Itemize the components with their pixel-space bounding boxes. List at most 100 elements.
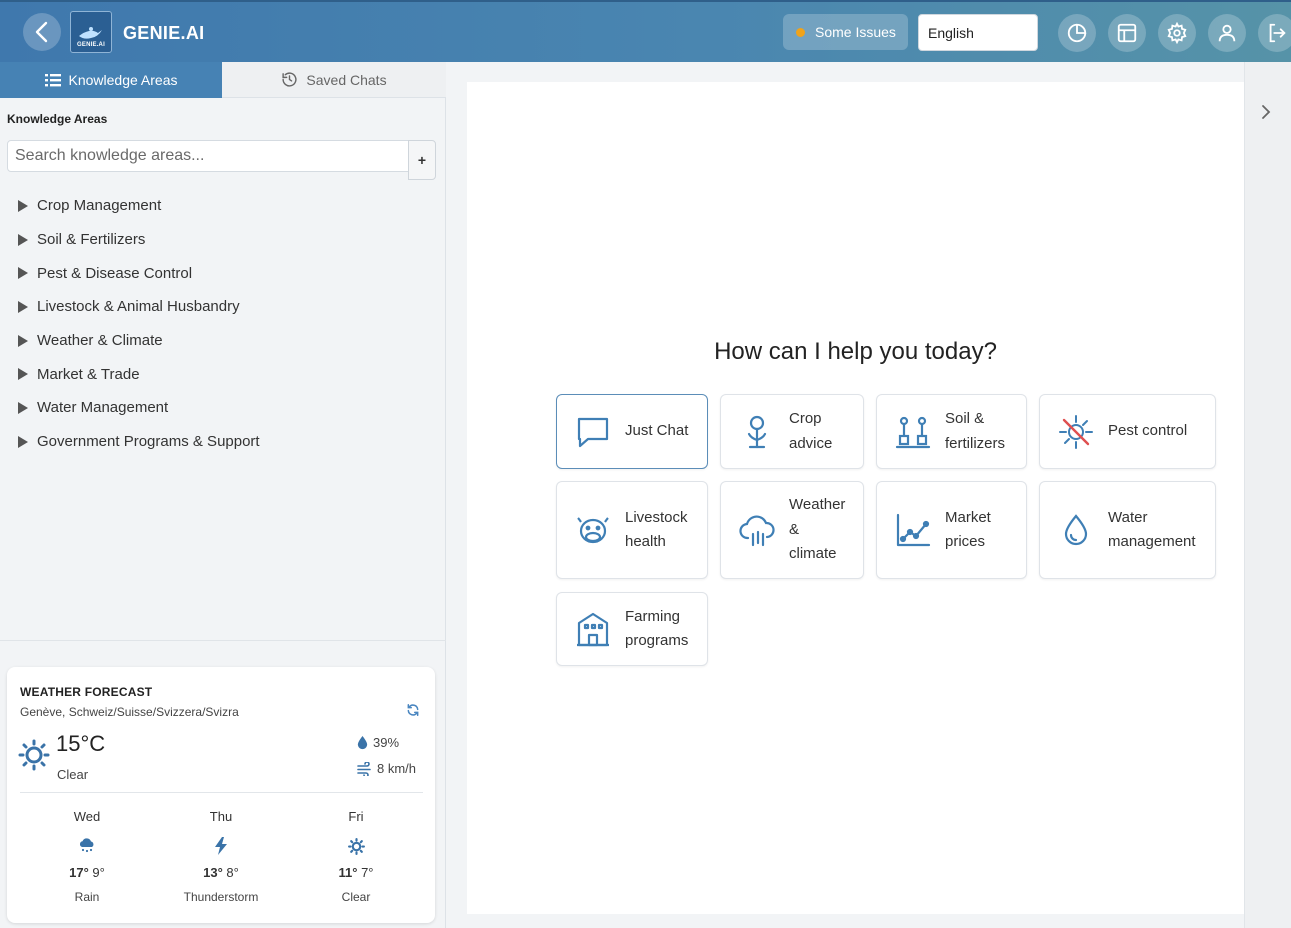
knowledge-area-item[interactable]: Weather & Climate	[18, 324, 260, 358]
expand-panel-button[interactable]	[1261, 104, 1271, 125]
current-weather-icon	[18, 739, 50, 776]
knowledge-area-label: Water Management	[37, 399, 169, 417]
knowledge-area-item[interactable]: Government Programs & Support	[18, 425, 260, 459]
add-knowledge-area-button[interactable]: +	[408, 140, 436, 180]
layout-button[interactable]	[1108, 14, 1146, 52]
sidebar-divider	[0, 640, 446, 641]
card-label: Water management	[1108, 508, 1196, 551]
user-icon	[1218, 24, 1236, 42]
logout-button[interactable]	[1258, 14, 1291, 52]
expand-arrow-icon	[18, 233, 28, 246]
card-label: Farming programs	[625, 607, 689, 650]
expand-arrow-icon	[18, 267, 28, 280]
thunderstorm-icon	[215, 837, 227, 855]
card-label: Weather & climate	[789, 496, 846, 563]
weather-refresh-button[interactable]	[406, 703, 420, 722]
knowledge-area-item[interactable]: Water Management	[18, 391, 260, 425]
analytics-button[interactable]	[1058, 14, 1096, 52]
forecast-day: Fri 11° 7° Clear	[301, 809, 411, 904]
card-weather-climate[interactable]: Weather & climate	[720, 481, 864, 579]
livestock-icon	[577, 517, 609, 544]
back-button[interactable]	[23, 13, 61, 51]
expand-arrow-icon	[18, 368, 28, 381]
layout-icon	[1117, 23, 1137, 43]
card-label: Crop advice	[789, 410, 833, 452]
card-farming-programs[interactable]: Farming programs	[556, 592, 708, 666]
forecast-day-name: Fri	[348, 809, 364, 824]
weather-icon	[739, 515, 775, 547]
tab-knowledge-areas[interactable]: Knowledge Areas	[0, 62, 222, 98]
card-crop-advice[interactable]: Crop advice	[720, 394, 864, 469]
weather-location: Genève, Schweiz/Suisse/Svizzera/Svizra	[20, 705, 239, 719]
status-dot-icon	[796, 27, 805, 37]
weather-widget: WEATHER FORECAST Genève, Schweiz/Suisse/…	[7, 667, 435, 923]
knowledge-area-item[interactable]: Soil & Fertilizers	[18, 223, 260, 257]
forecast-low: 7°	[361, 865, 374, 880]
soil-icon	[895, 416, 931, 448]
card-pest-control[interactable]: Pest control	[1039, 394, 1216, 469]
system-status-button[interactable]: Some Issues	[783, 14, 908, 50]
chart-icon	[1067, 23, 1087, 43]
tab-knowledge-areas-label: Knowledge Areas	[68, 72, 178, 88]
language-select[interactable]: English	[918, 14, 1038, 51]
card-soil-fertilizers[interactable]: Soil & fertilizers	[876, 394, 1027, 469]
logo-text: GENIE.AI	[77, 42, 105, 48]
app-logo[interactable]: GENIE.AI	[70, 11, 112, 53]
search-placeholder: Search knowledge areas...	[15, 147, 205, 164]
forecast-condition: Rain	[74, 890, 100, 904]
expand-arrow-icon	[18, 401, 28, 414]
card-market-prices[interactable]: Market prices	[876, 481, 1027, 579]
logout-icon	[1269, 23, 1286, 43]
knowledge-area-item[interactable]: Livestock & Animal Husbandry	[18, 290, 260, 324]
current-condition: Clear	[57, 767, 89, 782]
forecast-day: Wed 17° 9° Rain	[32, 809, 142, 904]
forecast-high: 11°	[338, 865, 358, 880]
forecast-condition: Thunderstorm	[183, 890, 259, 904]
forecast-low: 9°	[92, 865, 105, 880]
knowledge-area-list: Crop Management Soil & Fertilizers Pest …	[18, 189, 260, 459]
droplet-icon	[357, 735, 368, 749]
expand-arrow-icon	[18, 334, 28, 347]
current-temperature: 15°C	[56, 731, 106, 756]
wind-value: 8 km/h	[377, 761, 417, 776]
sun-icon	[347, 837, 365, 855]
card-livestock-health[interactable]: Livestock health	[556, 481, 708, 579]
language-value: English	[928, 24, 974, 41]
weather-divider	[20, 792, 423, 793]
knowledge-areas-heading: Knowledge Areas	[7, 112, 108, 126]
forecast-condition: Clear	[341, 890, 371, 904]
knowledge-area-label: Government Programs & Support	[37, 433, 260, 451]
knowledge-area-item[interactable]: Pest & Disease Control	[18, 256, 260, 290]
status-label: Some Issues	[815, 24, 896, 40]
knowledge-area-label: Livestock & Animal Husbandry	[37, 298, 240, 316]
knowledge-search-input[interactable]: Search knowledge areas...	[7, 140, 409, 172]
humidity: 39%	[357, 735, 399, 750]
knowledge-area-label: Market & Trade	[37, 365, 140, 383]
forecast-day-name: Thu	[209, 809, 233, 824]
card-label: Livestock health	[625, 508, 688, 551]
list-icon	[44, 74, 61, 87]
knowledge-area-item[interactable]: Market & Trade	[18, 357, 260, 391]
knowledge-area-label: Weather & Climate	[37, 332, 163, 350]
knowledge-area-label: Soil & Fertilizers	[37, 231, 146, 249]
card-just-chat[interactable]: Just Chat	[556, 394, 708, 469]
forecast-day: Thu 13° 8° Thunderstorm	[166, 809, 276, 904]
building-icon	[577, 612, 609, 647]
app-title: GENIE.AI	[123, 23, 205, 43]
wind-icon	[357, 761, 371, 776]
gear-icon	[1167, 22, 1187, 44]
profile-button[interactable]	[1208, 14, 1246, 52]
pest-icon	[1059, 414, 1093, 449]
expand-arrow-icon	[18, 300, 28, 313]
market-icon	[896, 513, 931, 547]
history-icon	[282, 72, 297, 87]
tab-saved-chats[interactable]: Saved Chats	[222, 62, 446, 98]
chat-icon	[577, 417, 609, 447]
sun-icon	[18, 739, 50, 771]
chat-main-panel: How can I help you today? Just Chat Crop…	[467, 82, 1244, 914]
settings-button[interactable]	[1158, 14, 1196, 52]
forecast-day-name: Wed	[73, 809, 101, 824]
weather-title: WEATHER FORECAST	[20, 685, 153, 699]
card-water-management[interactable]: Water management	[1039, 481, 1216, 579]
knowledge-area-item[interactable]: Crop Management	[18, 189, 260, 223]
